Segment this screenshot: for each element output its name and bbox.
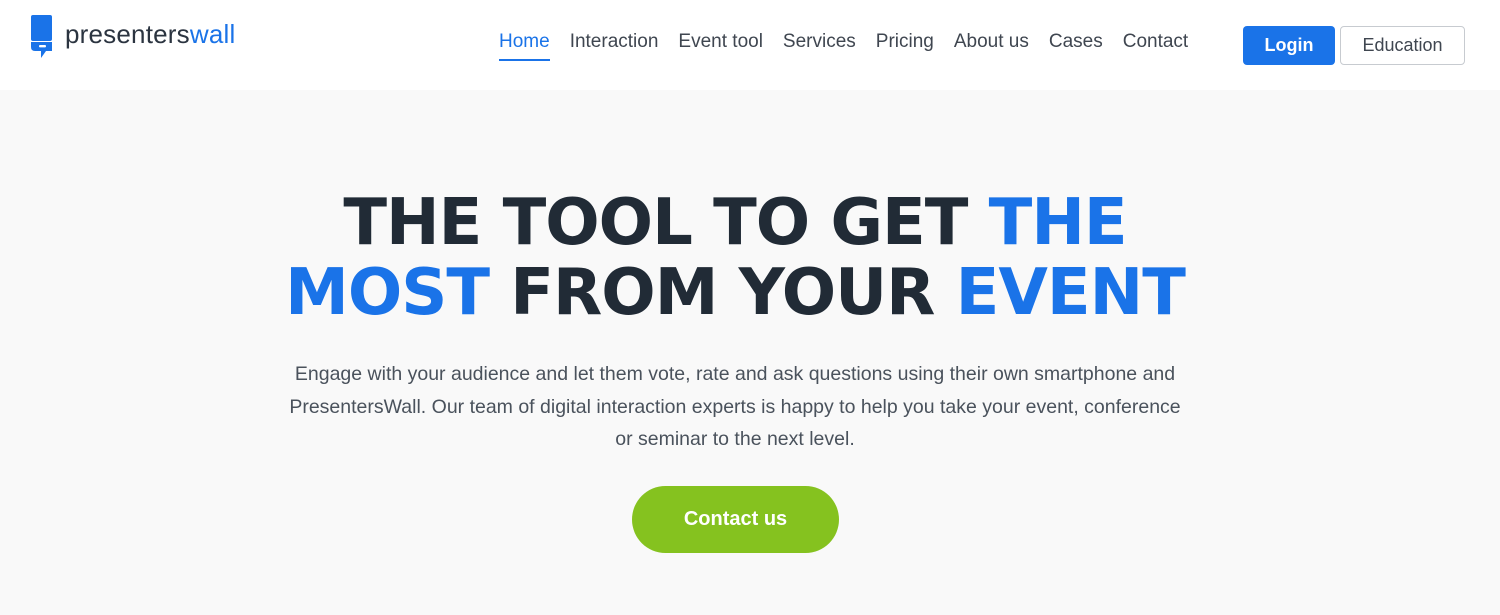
headline-part-dark-2: FROM YOUR [489, 256, 956, 330]
nav-home[interactable]: Home [499, 30, 550, 61]
nav-contact[interactable]: Contact [1123, 30, 1188, 61]
education-button[interactable]: Education [1340, 26, 1465, 65]
brand-logo[interactable]: presenterswall [30, 15, 235, 59]
nav-services[interactable]: Services [783, 30, 856, 61]
brand-name-part1: presenters [65, 19, 190, 49]
nav-about-us[interactable]: About us [954, 30, 1029, 61]
nav-cases[interactable]: Cases [1049, 30, 1103, 61]
headline-part-dark-1: THE TOOL TO GET [343, 186, 989, 260]
headline-part-blue-2: MOST [285, 256, 490, 330]
nav-event-tool[interactable]: Event tool [678, 30, 763, 61]
brand-wordmark: presenterswall [65, 21, 235, 47]
hero-description: Engage with your audience and let them v… [289, 363, 1181, 450]
login-button[interactable]: Login [1243, 26, 1335, 65]
hero-section: THE TOOL TO GET THE MOST FROM YOUR EVENT… [0, 90, 1500, 615]
main-nav: Home Interaction Event tool Services Pri… [499, 30, 1208, 62]
brand-name-part2: wall [189, 19, 236, 49]
headline-part-blue-3: EVENT [955, 256, 1186, 330]
speech-bubble-logo-icon [31, 15, 52, 58]
nav-interaction[interactable]: Interaction [570, 30, 659, 61]
site-header: presenterswall Home Interaction Event to… [0, 0, 1500, 90]
headline-part-blue-1: THE [988, 186, 1128, 260]
contact-us-button[interactable]: Contact us [632, 486, 839, 553]
hero-headline: THE TOOL TO GET THE MOST FROM YOUR EVENT [250, 188, 1220, 328]
nav-pricing[interactable]: Pricing [876, 30, 934, 61]
